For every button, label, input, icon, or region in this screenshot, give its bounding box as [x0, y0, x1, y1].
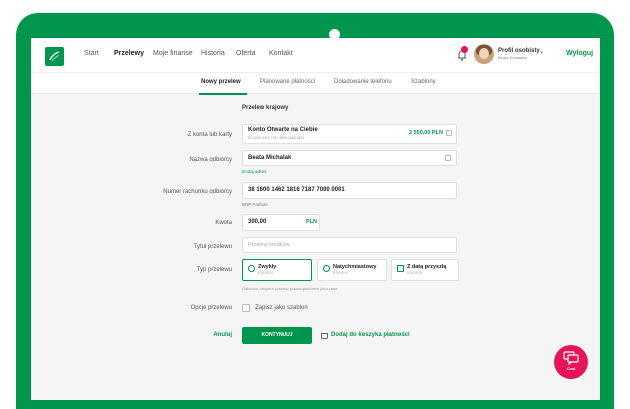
tab-planowane-platnosci[interactable]: Planowane płatności [260, 79, 315, 85]
nav-item-moje-finanse[interactable]: Moje finanse [153, 50, 193, 57]
transfer-type-title: Z datą przyszłą [407, 264, 447, 270]
save-template-label[interactable]: Zapisz jako szablon [255, 305, 308, 311]
chat-icon [563, 351, 579, 365]
nav-item-start[interactable]: Start [84, 50, 99, 57]
profile-name: Beata Kowalska [498, 55, 527, 60]
active-tab-indicator [199, 93, 247, 95]
account-name: Konto Otwarte na Ciebie [248, 127, 318, 133]
save-template-checkbox[interactable] [242, 304, 250, 312]
transfer-type-fee: 0,00 PLN [258, 271, 273, 275]
app-screen: Start Przelewy Moje finanse Historia Ofe… [31, 38, 600, 400]
add-address-link[interactable]: Dodaj adres [242, 169, 266, 174]
top-navigation: Start Przelewy Moje finanse Historia Ofe… [31, 38, 600, 72]
options-label: Opcje przelewu [190, 305, 232, 311]
logout-button[interactable]: Wyloguj [566, 50, 593, 57]
clock-icon [248, 265, 255, 272]
nav-item-historia[interactable]: Historia [201, 50, 225, 57]
account-card-icon [446, 130, 452, 136]
transfer-type-title: Natychmiastowy [333, 264, 377, 270]
amount-value: 300,00 [248, 219, 267, 225]
nav-item-oferta[interactable]: Oferta [236, 50, 255, 57]
notification-badge [461, 46, 468, 53]
from-account-label: Z konta lub karty [187, 132, 232, 138]
bank-logo[interactable] [45, 47, 64, 66]
account-number-value: 38 1600 1462 1816 7187 7000 0001 [248, 187, 345, 193]
tab-szablony[interactable]: Szablony [411, 79, 436, 85]
calendar-icon [397, 265, 404, 272]
section-title: Przelew krajowy [242, 105, 289, 111]
avatar[interactable] [474, 44, 494, 64]
transfer-type-label: Typ przelewu [196, 267, 232, 273]
transfer-type-regular[interactable]: Zwykły 0,00 PLN [242, 259, 312, 281]
chat-button[interactable]: Czat [554, 345, 588, 379]
cancel-button[interactable]: Anuluj [212, 332, 232, 338]
nav-item-przelewy[interactable]: Przelewy [114, 50, 144, 57]
tab-nowy-przelew[interactable]: Nowy przelew [201, 79, 241, 85]
profile-title[interactable]: Profil osobisty [498, 48, 540, 54]
sub-navigation: Nowy przelew Planowane płatności Doładow… [31, 72, 600, 95]
amount-currency: PLN [306, 219, 317, 225]
account-number: 81 1600 0003 7157 4895 1868 3821 [248, 136, 305, 140]
tab-doladowanie-telefonu[interactable]: Doładowanie telefonu [334, 79, 392, 85]
nav-item-kontakt[interactable]: Kontakt [269, 50, 293, 57]
title-label: Tytuł przelewu [193, 244, 232, 250]
lightning-icon [323, 265, 330, 272]
transfer-type-fee: 5,00 PLN [333, 271, 348, 275]
bank-name: BNP Paribas [242, 202, 268, 207]
transfer-type-hint: Odbiorca otrzyma przelew prawdopodobnie … [242, 286, 338, 291]
transfer-type-instant[interactable]: Natychmiastowy 5,00 PLN [317, 259, 387, 281]
recipient-name-value: Beata Michalak [248, 155, 292, 161]
title-placeholder: Przelew środków [248, 242, 290, 248]
add-to-basket-button[interactable]: Dodaj do koszyka płatności [331, 332, 410, 338]
account-balance: 2 550,00 PLN [409, 130, 443, 136]
continue-button[interactable]: KONTYNUUJ [242, 327, 312, 344]
recipient-name-label: Nazwa odbiorcy [189, 157, 232, 163]
transfer-type-title: Zwykły [258, 264, 277, 270]
address-book-icon[interactable] [445, 155, 451, 161]
chat-label: Czat [566, 366, 576, 371]
transfer-type-future-date[interactable]: Z datą przyszłą 0,00 PLN [391, 259, 459, 281]
chevron-down-icon[interactable]: ⌄ [539, 48, 544, 55]
account-number-label: Numer rachunku odbiorcy [163, 189, 232, 195]
basket-icon [321, 333, 328, 339]
amount-label: Kwota [215, 220, 232, 226]
transfer-type-fee: 0,00 PLN [407, 271, 422, 275]
